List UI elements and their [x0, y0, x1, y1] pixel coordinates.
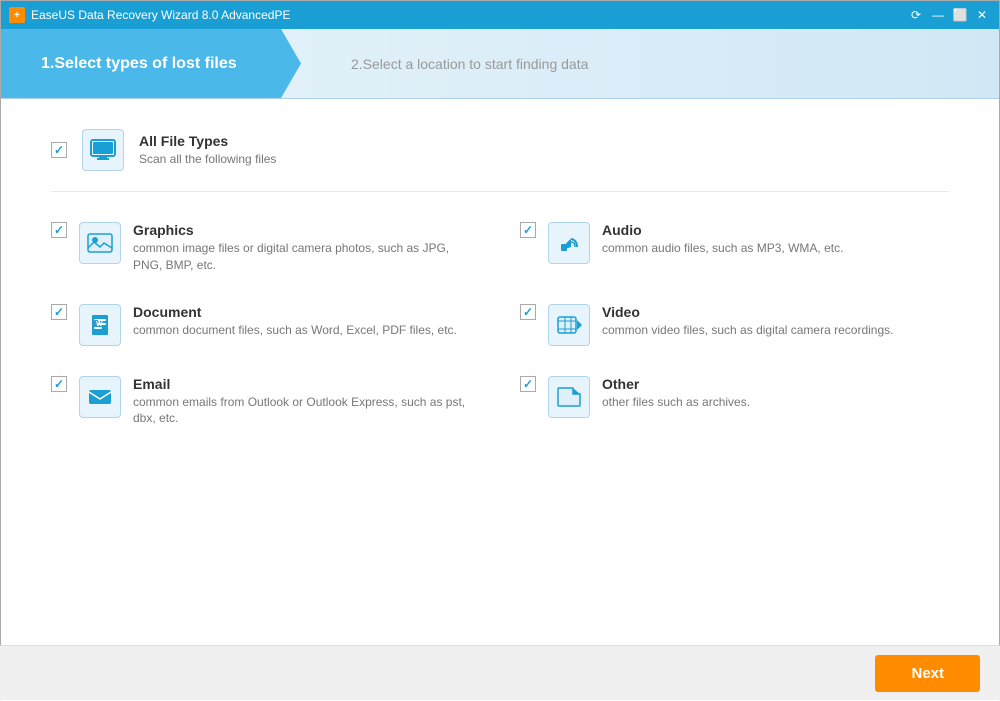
- video-title: Video: [602, 304, 893, 320]
- graphics-icon-box: [79, 222, 121, 264]
- maximize-btn[interactable]: ⬜: [951, 6, 969, 24]
- file-type-grid: Graphics common image files or digital c…: [51, 222, 949, 427]
- video-desc: common video files, such as digital came…: [602, 322, 893, 339]
- video-icon-box: [548, 304, 590, 346]
- document-desc: common document files, such as Word, Exc…: [133, 322, 457, 339]
- file-type-item-graphics: Graphics common image files or digital c…: [51, 222, 480, 274]
- svg-text:W: W: [96, 321, 103, 328]
- graphics-title: Graphics: [133, 222, 480, 238]
- step2-label: 2.Select a location to start finding dat…: [351, 56, 588, 72]
- email-checkbox[interactable]: [51, 376, 67, 392]
- video-checkbox[interactable]: [520, 304, 536, 320]
- all-file-types-checkbox[interactable]: [51, 142, 67, 158]
- file-type-item-document: W Document common document files, such a…: [51, 304, 480, 346]
- minimize-btn[interactable]: —: [929, 6, 947, 24]
- email-title: Email: [133, 376, 480, 392]
- all-file-types-title: All File Types: [139, 133, 276, 149]
- file-type-item-email: Email common emails from Outlook or Outl…: [51, 376, 480, 428]
- file-type-item-audio: Audio common audio files, such as MP3, W…: [520, 222, 949, 274]
- document-title: Document: [133, 304, 457, 320]
- video-info: Video common video files, such as digita…: [602, 304, 893, 339]
- graphics-checkbox[interactable]: [51, 222, 67, 238]
- audio-info: Audio common audio files, such as MP3, W…: [602, 222, 843, 257]
- email-info: Email common emails from Outlook or Outl…: [133, 376, 480, 428]
- audio-icon-box: [548, 222, 590, 264]
- step2-tab: 2.Select a location to start finding dat…: [301, 29, 999, 98]
- graphics-info: Graphics common image files or digital c…: [133, 222, 480, 274]
- other-desc: other files such as archives.: [602, 394, 750, 411]
- titlebar: + EaseUS Data Recovery Wizard 8.0 Advanc…: [1, 1, 999, 29]
- other-title: Other: [602, 376, 750, 392]
- document-checkbox[interactable]: [51, 304, 67, 320]
- email-icon-box: [79, 376, 121, 418]
- step1-label: 1.Select types of lost files: [41, 55, 237, 73]
- email-desc: common emails from Outlook or Outlook Ex…: [133, 394, 480, 428]
- file-type-item-video: Video common video files, such as digita…: [520, 304, 949, 346]
- audio-title: Audio: [602, 222, 843, 238]
- titlebar-controls: ⟳ — ⬜ ✕: [907, 6, 991, 24]
- document-info: Document common document files, such as …: [133, 304, 457, 339]
- audio-desc: common audio files, such as MP3, WMA, et…: [602, 240, 843, 257]
- other-info: Other other files such as archives.: [602, 376, 750, 411]
- restore-btn[interactable]: ⟳: [907, 6, 925, 24]
- titlebar-left: + EaseUS Data Recovery Wizard 8.0 Advanc…: [9, 7, 290, 23]
- next-button[interactable]: Next: [875, 655, 980, 692]
- titlebar-title: EaseUS Data Recovery Wizard 8.0 Advanced…: [31, 8, 290, 22]
- all-file-types-info: All File Types Scan all the following fi…: [139, 133, 276, 168]
- main-content: All File Types Scan all the following fi…: [1, 99, 999, 701]
- step1-tab: 1.Select types of lost files: [1, 29, 301, 98]
- all-file-types-icon: [82, 129, 124, 171]
- app-icon: +: [9, 7, 25, 23]
- close-btn[interactable]: ✕: [973, 6, 991, 24]
- bottom-bar: Next: [0, 645, 1000, 700]
- wizard-header: 1.Select types of lost files 2.Select a …: [1, 29, 999, 99]
- file-type-item-other: Other other files such as archives.: [520, 376, 949, 428]
- all-file-types-section: All File Types Scan all the following fi…: [51, 129, 949, 192]
- graphics-desc: common image files or digital camera pho…: [133, 240, 480, 274]
- other-checkbox[interactable]: [520, 376, 536, 392]
- audio-checkbox[interactable]: [520, 222, 536, 238]
- all-file-types-desc: Scan all the following files: [139, 151, 276, 168]
- other-icon-box: [548, 376, 590, 418]
- document-icon-box: W: [79, 304, 121, 346]
